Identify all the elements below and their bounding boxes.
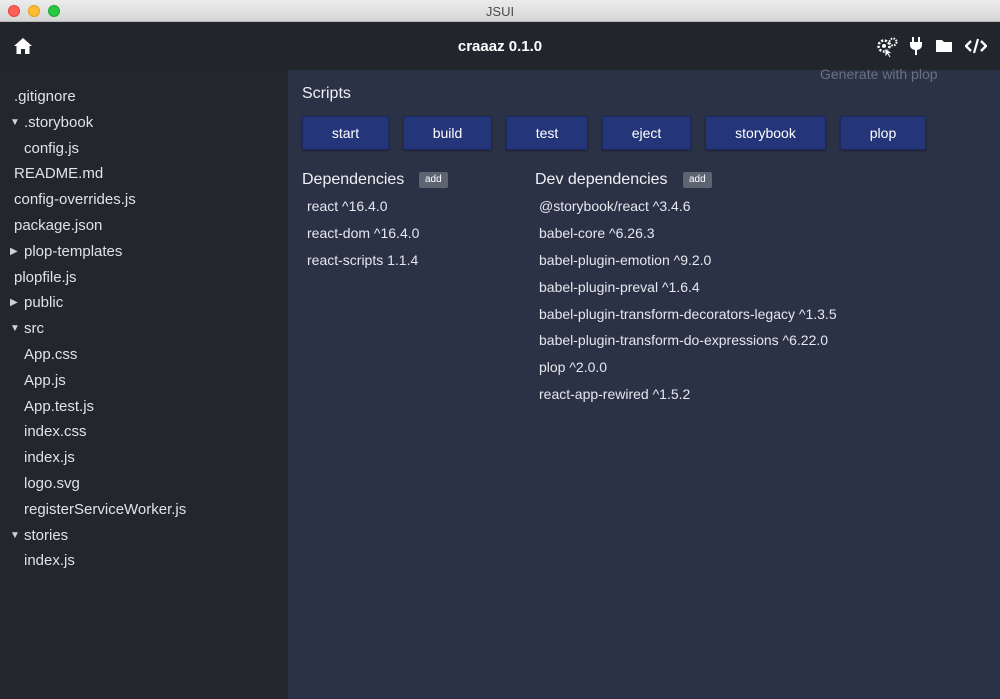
tree-item-label: stories xyxy=(24,526,69,544)
dev-dependency-item: plop ^2.0.0 xyxy=(539,359,608,376)
dev-dependency-item: babel-plugin-emotion ^9.2.0 xyxy=(539,251,712,268)
tree-file[interactable]: App.test.js xyxy=(0,396,288,422)
dependencies-title: Dependencies xyxy=(302,171,405,188)
folder-icon[interactable] xyxy=(935,36,953,56)
tree-item-label: .gitignore xyxy=(14,88,76,105)
tree-file[interactable]: config.js xyxy=(0,138,288,164)
dependency-item: react-scripts 1.1.4 xyxy=(307,251,419,268)
add-dependency-button[interactable]: add xyxy=(419,172,448,188)
dev-dependency-item: babel-plugin-preval ^1.6.4 xyxy=(539,278,700,295)
tree-item-label: App.css xyxy=(24,345,78,363)
tree-item-label: plop-templates xyxy=(24,242,123,260)
tree-item-label: public xyxy=(24,294,64,312)
caret-right-icon[interactable]: ▶ xyxy=(10,241,20,263)
tree-file[interactable]: index.css xyxy=(0,421,288,447)
tree-item-label: README.md xyxy=(14,165,104,183)
tree-folder[interactable]: ▼ src xyxy=(0,318,288,344)
tree-item-label: plopfile.js xyxy=(14,268,77,286)
script-button-plop[interactable]: plop xyxy=(840,116,926,150)
dev-dependency-item: babel-plugin-transform-decorators-legacy… xyxy=(539,305,837,322)
code-icon[interactable] xyxy=(965,36,987,56)
main-panel: Scripts start build test eject storybook… xyxy=(288,70,1000,699)
script-button-eject[interactable]: eject xyxy=(602,116,691,150)
caret-right-icon[interactable]: ▶ xyxy=(10,292,20,314)
tree-file[interactable]: plopfile.js xyxy=(0,267,288,293)
tree-item-label: config.js xyxy=(24,139,80,157)
script-button-test[interactable]: test xyxy=(506,116,588,150)
file-tree-sidebar: .gitignore ▼ .storybook config.js README.md c… xyxy=(0,70,288,699)
dev-dependency-item: babel-plugin-transform-do-expressions ^6… xyxy=(539,332,829,349)
tree-folder[interactable]: ▶ plop-templates xyxy=(0,241,288,267)
tree-item-label: index.css xyxy=(24,423,87,441)
tree-item-label: index.js xyxy=(24,552,75,570)
tree-file[interactable]: index.js xyxy=(0,447,288,473)
tree-file[interactable]: README.md xyxy=(0,163,288,189)
tree-item-label: .storybook xyxy=(24,113,94,131)
script-button-start[interactable]: start xyxy=(302,116,389,150)
tree-item-label: logo.svg xyxy=(24,474,80,492)
dependencies-list: react ^16.4.0 react-dom ^16.4.0 react-sc… xyxy=(307,196,419,277)
tree-item-label: config-overrides.js xyxy=(14,191,136,209)
window-titlebar: JSUI xyxy=(0,0,1000,22)
tree-file[interactable]: config-overrides.js xyxy=(0,189,288,215)
tree-folder[interactable]: ▼ .storybook xyxy=(0,112,288,138)
tree-folder[interactable]: ▶ public xyxy=(0,292,288,318)
generator-gears-icon[interactable] xyxy=(876,36,900,58)
app-header: craaaz 0.1.0 xyxy=(0,22,1000,70)
tree-file[interactable]: registerServiceWorker.js xyxy=(0,499,288,525)
dependency-item: react-dom ^16.4.0 xyxy=(307,224,420,241)
script-button-storybook[interactable]: storybook xyxy=(705,116,826,150)
tree-item-label: App.test.js xyxy=(24,397,95,415)
add-dev-dependency-button[interactable]: add xyxy=(683,172,712,188)
tree-item-label: registerServiceWorker.js xyxy=(24,500,187,518)
plug-icon[interactable] xyxy=(909,36,923,56)
caret-down-icon[interactable]: ▼ xyxy=(10,318,20,340)
dev-dependency-item: react-app-rewired ^1.5.2 xyxy=(539,386,691,403)
dependency-item: react ^16.4.0 xyxy=(307,198,388,214)
tree-file[interactable]: logo.svg xyxy=(0,473,288,499)
tree-file[interactable]: package.json xyxy=(0,215,288,241)
dev-dependencies-title: Dev dependencies xyxy=(535,171,668,188)
tree-item-label: src xyxy=(24,320,44,338)
scripts-title: Scripts xyxy=(302,85,351,102)
tree-folder[interactable]: ▼ stories xyxy=(0,525,288,551)
tree-item-label: index.js xyxy=(24,449,75,467)
dev-dependencies-list: @storybook/react ^3.4.6 babel-core ^6.26… xyxy=(539,196,837,411)
file-tree: .gitignore ▼ .storybook config.js README.md c… xyxy=(0,86,288,576)
tree-file[interactable]: .gitignore xyxy=(0,86,288,112)
tree-item-label: App.js xyxy=(24,371,66,389)
tree-item-label: package.json xyxy=(14,216,103,234)
dev-dependency-item: @storybook/react ^3.4.6 xyxy=(539,198,691,214)
tree-file[interactable]: App.css xyxy=(0,344,288,370)
tree-file[interactable]: App.js xyxy=(0,370,288,396)
caret-down-icon[interactable]: ▼ xyxy=(10,525,20,547)
window-title: JSUI xyxy=(485,4,515,19)
dev-dependency-item: babel-core ^6.26.3 xyxy=(539,224,655,241)
script-button-build[interactable]: build xyxy=(403,116,492,150)
app-title: craaaz 0.1.0 xyxy=(457,38,543,55)
tree-file[interactable]: index.js xyxy=(0,550,288,576)
caret-down-icon[interactable]: ▼ xyxy=(10,112,20,134)
generate-tooltip: Generate with plop xyxy=(820,66,938,82)
